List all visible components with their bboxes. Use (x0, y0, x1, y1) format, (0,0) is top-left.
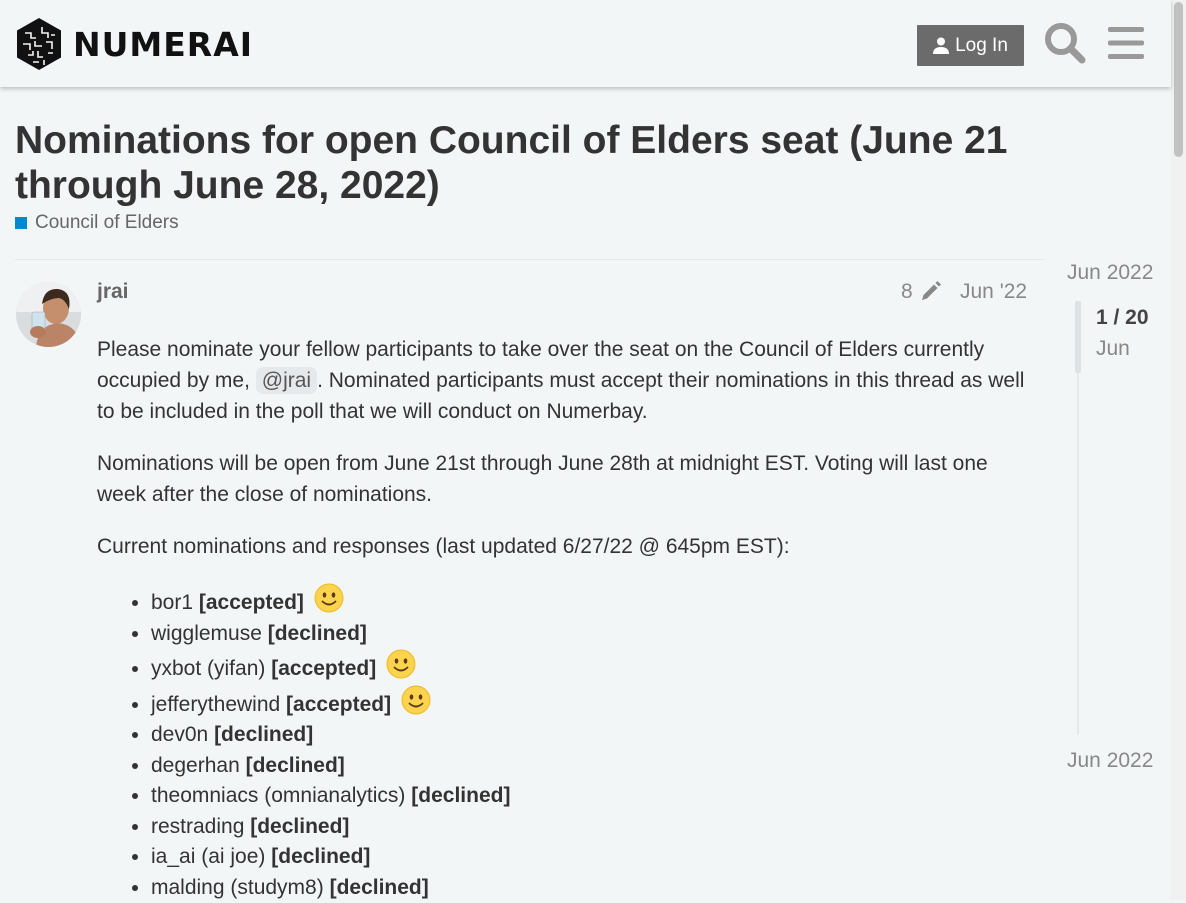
post-paragraph: Please nominate your fellow participants… (97, 334, 1037, 427)
nomination-status: [accepted] (286, 693, 391, 716)
edit-count: 8 (901, 280, 913, 304)
nomination-status: [accepted] (199, 591, 304, 614)
edit-history-button[interactable]: 8 (901, 280, 941, 304)
category-badge-icon (15, 217, 27, 229)
topic-title[interactable]: Nominations for open Council of Elders s… (15, 118, 1045, 208)
nominee-name: theomniacs (omnianalytics) (151, 784, 405, 807)
post-date[interactable]: Jun '22 (960, 280, 1027, 304)
list-item: dev0n [declined] (151, 720, 1037, 751)
nominee-name: bor1 (151, 591, 193, 614)
list-item: wigglemuse [declined] (151, 619, 1037, 650)
nominee-name: yxbot (yifan) (151, 657, 265, 680)
post-divider (15, 259, 1045, 260)
nominations-list: bor1 [accepted] wigglemuse [declined]yxb… (97, 583, 1037, 903)
category-name: Council of Elders (35, 212, 179, 234)
nomination-status: [declined] (271, 845, 370, 868)
timeline-position: 1 / 20 (1096, 306, 1149, 330)
list-item: ia_ai (ai joe) [declined] (151, 842, 1037, 873)
nominee-name: ia_ai (ai joe) (151, 845, 265, 868)
user-mention[interactable]: @jrai (256, 367, 317, 394)
post-username[interactable]: jrai (97, 280, 129, 304)
list-item: bor1 [accepted] (151, 583, 1037, 619)
nominee-name: wigglemuse (151, 622, 262, 645)
user-icon (933, 37, 949, 54)
avatar[interactable] (16, 282, 81, 347)
hamburger-menu-button[interactable] (1103, 20, 1149, 66)
list-item: restrading [declined] (151, 812, 1037, 843)
category-link[interactable]: Council of Elders (15, 212, 179, 234)
nominee-name: dev0n (151, 723, 208, 746)
nomination-status: [declined] (250, 815, 349, 838)
search-button[interactable] (1042, 20, 1088, 66)
timeline-start-date[interactable]: Jun 2022 (1067, 261, 1153, 285)
nomination-status: [declined] (268, 622, 367, 645)
nominee-name: degerhan (151, 754, 240, 777)
brand-wordmark: NUMERAI (73, 25, 253, 64)
nominee-name: restrading (151, 815, 244, 838)
slightly-smiling-face-icon (314, 583, 344, 613)
timeline-current-month: Jun (1096, 337, 1130, 361)
login-label: Log In (955, 35, 1008, 57)
nomination-status: [declined] (214, 723, 313, 746)
scrollbar-thumb[interactable] (1174, 2, 1183, 157)
list-item: jefferythewind [accepted] (151, 685, 1037, 721)
list-item: yxbot (yifan) [accepted] (151, 649, 1037, 685)
timeline-handle[interactable] (1075, 301, 1081, 373)
search-icon (1042, 20, 1088, 66)
list-item: theomniacs (omnianalytics) [declined] (151, 781, 1037, 812)
numerai-logo-icon (15, 17, 63, 71)
site-logo[interactable]: NUMERAI (15, 17, 253, 71)
post-paragraph: Nominations will be open from June 21st … (97, 448, 1037, 510)
site-header: NUMERAI Log In (0, 0, 1171, 87)
hamburger-icon (1103, 20, 1149, 66)
user-avatar-image (16, 282, 81, 347)
list-item: malding (studym8) [declined] (151, 873, 1037, 903)
post-body: Please nominate your fellow participants… (97, 334, 1037, 903)
nominee-name: malding (studym8) (151, 876, 324, 899)
slightly-smiling-face-icon (401, 685, 431, 715)
nomination-status: [declined] (330, 876, 429, 899)
nomination-status: [declined] (411, 784, 510, 807)
nomination-status: [declined] (246, 754, 345, 777)
list-item: degerhan [declined] (151, 751, 1037, 782)
pencil-icon (919, 281, 941, 303)
login-button[interactable]: Log In (917, 25, 1024, 66)
nomination-status: [accepted] (271, 657, 376, 680)
slightly-smiling-face-icon (386, 649, 416, 679)
nominee-name: jefferythewind (151, 693, 280, 716)
post-paragraph: Current nominations and responses (last … (97, 531, 1037, 562)
page-scrollbar[interactable] (1171, 0, 1186, 900)
timeline-end-date[interactable]: Jun 2022 (1067, 749, 1153, 773)
